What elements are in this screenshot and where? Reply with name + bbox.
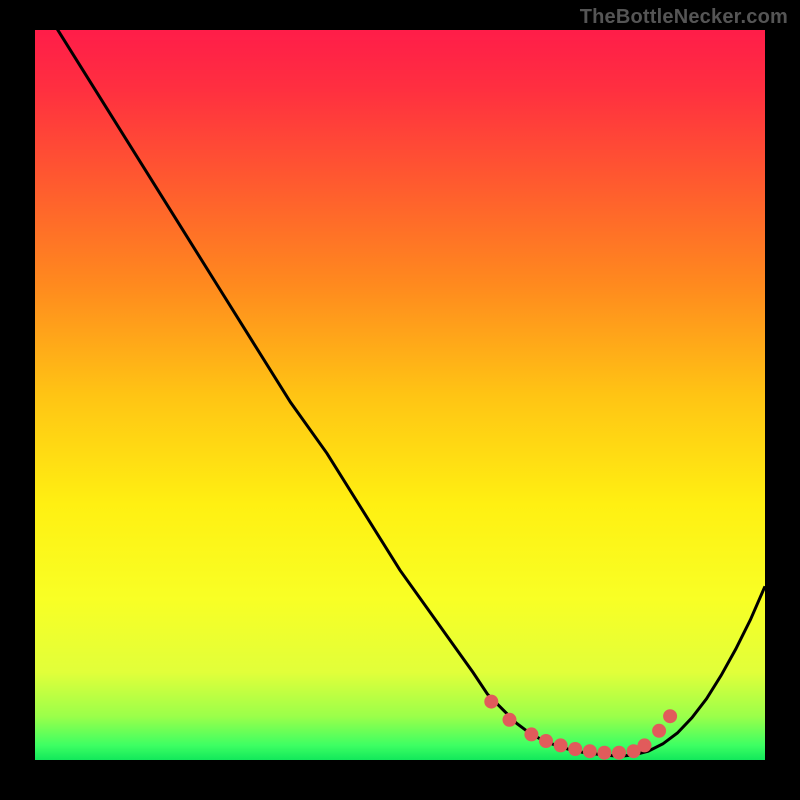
- highlight-dot: [503, 713, 517, 727]
- highlight-dot: [568, 742, 582, 756]
- highlight-dot: [612, 746, 626, 760]
- highlight-dot: [484, 695, 498, 709]
- gradient-background: [35, 30, 765, 760]
- highlight-dot: [554, 738, 568, 752]
- bottleneck-chart: [0, 0, 800, 800]
- highlight-dot: [583, 744, 597, 758]
- highlight-dot: [652, 724, 666, 738]
- highlight-dot: [638, 738, 652, 752]
- highlight-dot: [663, 709, 677, 723]
- highlight-dot: [539, 734, 553, 748]
- highlight-dot: [597, 746, 611, 760]
- highlight-dot: [524, 727, 538, 741]
